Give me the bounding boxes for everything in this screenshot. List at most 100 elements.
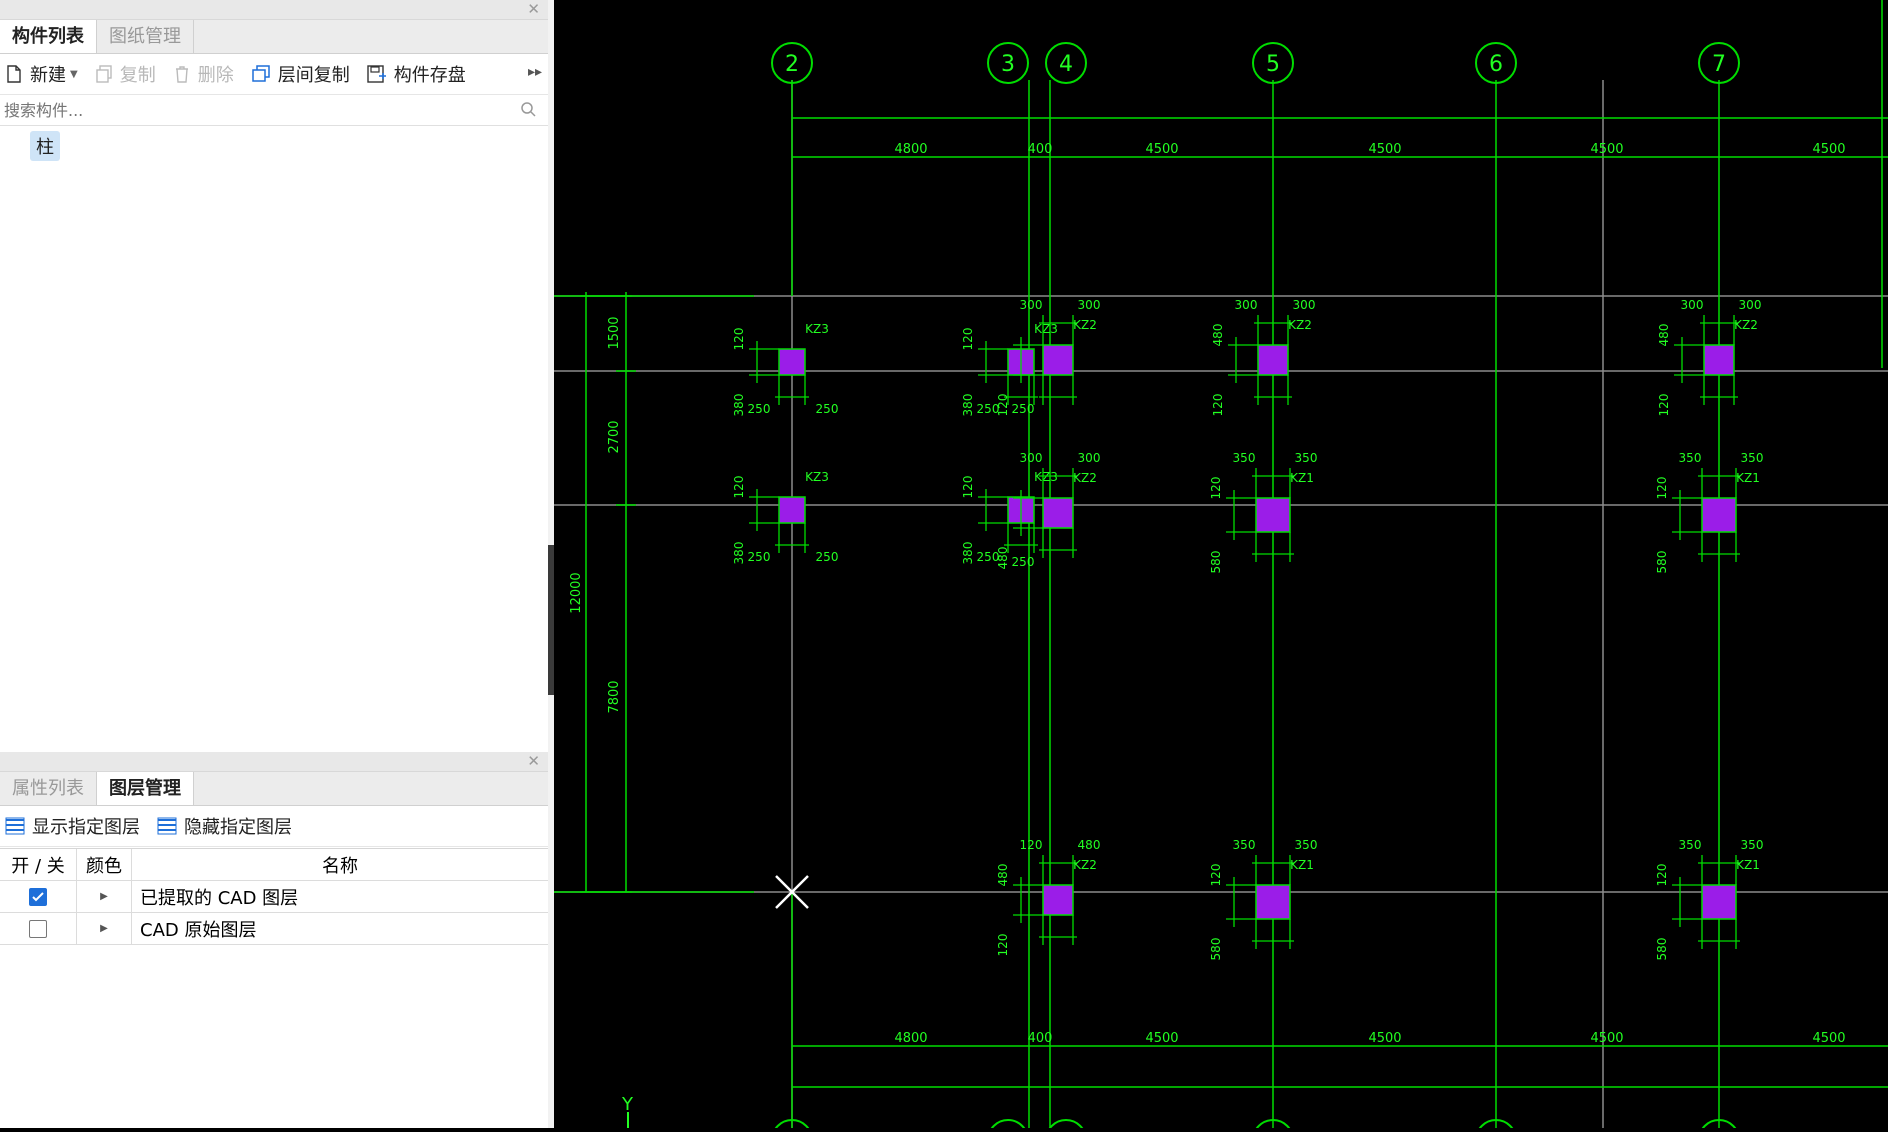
axis-bubble: 3 — [987, 42, 1029, 1132]
annotation-text: KZ3 — [805, 470, 829, 484]
new-button[interactable]: 新建 ▼ — [4, 61, 78, 87]
search-icon[interactable] — [520, 101, 536, 117]
column — [1255, 497, 1291, 533]
annotation-text: 350 — [1679, 838, 1702, 852]
annotation-text: 350 — [1233, 838, 1256, 852]
component-toolbar: 新建 ▼ 复制 删除 层间复制 构件存盘 ▸▸ — [0, 54, 548, 95]
tab-layer-management[interactable]: 图层管理 — [97, 772, 194, 805]
annotation-text: KZ2 — [1073, 318, 1097, 332]
column — [778, 348, 806, 376]
close-icon[interactable]: ✕ — [527, 0, 540, 19]
annotation-text: 580 — [1655, 938, 1669, 961]
cad-drawing[interactable]: 2 3 4 5 6 7 4800 400 4500 4500 4500 4500 4800 400 450… — [554, 0, 1888, 1132]
column — [1042, 497, 1074, 529]
annotation-text: KZ3 — [1034, 470, 1058, 484]
annotation-text: 480 — [1657, 324, 1671, 347]
tab-property-list[interactable]: 属性列表 — [0, 772, 97, 805]
annotation-text: 300 — [1235, 298, 1258, 312]
annotation-text: 250 — [1012, 402, 1035, 416]
column — [1257, 344, 1289, 376]
annotation-text: 120 — [1655, 864, 1669, 887]
annotation-text: 300 — [1020, 298, 1043, 312]
tab-component-list[interactable]: 构件列表 — [0, 20, 97, 53]
annotation-text: KZ1 — [1736, 471, 1760, 485]
header-toggle: 开 / 关 — [0, 849, 77, 880]
axis-label: 4 — [1059, 52, 1073, 77]
show-layer-label: 显示指定图层 — [32, 817, 140, 838]
annotation-text: KZ2 — [1734, 318, 1758, 332]
panel-titlebar: ✕ — [0, 0, 548, 20]
layer-tabs: 属性列表 图层管理 — [0, 772, 548, 806]
annotation-text: 120 — [996, 934, 1010, 957]
annotation-text: 120 — [1657, 394, 1671, 417]
column-annotation: 250 250 120 380 KZ3 — [732, 322, 838, 416]
axis-label: 2 — [785, 52, 799, 77]
annotation-text: KZ3 — [805, 322, 829, 336]
annotation-text: 350 — [1679, 451, 1702, 465]
dimension-text: 4500 — [1145, 142, 1178, 157]
chevron-down-icon[interactable]: ▼ — [70, 69, 78, 80]
annotation-text: 380 — [732, 394, 746, 417]
annotation-text: 480 — [1078, 838, 1101, 852]
annotation-text: 300 — [1078, 451, 1101, 465]
axis-bubble: 4 — [1045, 42, 1087, 1132]
expand-arrow-icon[interactable]: ▶ — [100, 923, 108, 934]
annotation-text: 120 — [1211, 394, 1225, 417]
hide-layer-button[interactable]: 隐藏指定图层 — [156, 813, 292, 839]
annotation-text: 580 — [1209, 551, 1223, 574]
show-layer-button[interactable]: 显示指定图层 — [4, 813, 140, 839]
more-icon[interactable]: ▸▸ — [528, 64, 542, 80]
annotation-text: 580 — [1209, 938, 1223, 961]
close-icon[interactable]: ✕ — [527, 752, 540, 771]
left-panel: ✕ 构件列表 图纸管理 新建 ▼ 复制 删除 层间复制 构件存盘 ▸▸ 搜索构件… — [0, 0, 549, 1128]
axis-circle-bottom — [988, 1119, 1028, 1132]
dimension-text: 400 — [1028, 142, 1053, 157]
dimension-text: 2700 — [607, 420, 622, 453]
component-panel: ✕ 构件列表 图纸管理 新建 ▼ 复制 删除 层间复制 构件存盘 ▸▸ 搜索构件… — [0, 0, 548, 750]
tab-drawing-management[interactable]: 图纸管理 — [97, 20, 194, 53]
dimension-text: 12000 — [569, 572, 584, 613]
annotation-text: 120 — [961, 476, 975, 499]
annotation-text: 300 — [1078, 298, 1101, 312]
save-icon — [367, 65, 386, 83]
cad-canvas[interactable]: 2 3 4 5 6 7 4800 400 4500 4500 4500 4500 4800 400 450… — [554, 0, 1888, 1132]
search-bar — [0, 95, 548, 126]
save-component-button[interactable]: 构件存盘 — [366, 61, 466, 87]
tree-item-column[interactable]: 柱 — [30, 131, 60, 161]
copy-label: 复制 — [119, 65, 156, 86]
expand-arrow-icon[interactable]: ▶ — [100, 891, 108, 902]
annotation-text: 300 — [1739, 298, 1762, 312]
table-row: ▶ CAD 原始图层 — [0, 913, 548, 945]
annotation-text: 120 — [961, 328, 975, 351]
search-input[interactable] — [0, 95, 506, 125]
layer-checkbox[interactable] — [29, 887, 47, 906]
delete-button[interactable]: 删除 — [172, 61, 234, 87]
dimension-text: 1500 — [607, 316, 622, 349]
dimension-text: 4500 — [1812, 1031, 1845, 1046]
layer-name: 已提取的 CAD 图层 — [140, 887, 299, 909]
layers-icon — [157, 817, 177, 835]
vertical-grid-lines — [791, 80, 1604, 1128]
dimension-text: 7800 — [607, 680, 622, 713]
delete-label: 删除 — [197, 65, 234, 86]
layer-checkbox[interactable] — [29, 919, 47, 938]
annotation-text: 350 — [1233, 451, 1256, 465]
annotation-text: 250 — [748, 402, 771, 416]
annotation-text: KZ2 — [1288, 318, 1312, 332]
header-color: 颜色 — [77, 849, 132, 880]
column-annotation: 250 250 120 380 KZ3 — [732, 470, 838, 564]
table-header: 开 / 关 颜色 名称 — [0, 849, 548, 881]
copy-button[interactable]: 复制 — [94, 61, 156, 87]
annotation-text: 480 — [996, 864, 1010, 887]
annotation-text: 380 — [961, 394, 975, 417]
panel-titlebar: ✕ — [0, 752, 548, 772]
dimension-text: 4500 — [1145, 1031, 1178, 1046]
annotation-text: 300 — [1020, 451, 1043, 465]
columns: 250 250120380KZ3 250 120 380 KZ3 250 120 KZ2 300 3… — [732, 298, 1763, 960]
annotation-text: 380 — [961, 542, 975, 565]
floor-copy-button[interactable]: 层间复制 — [250, 61, 350, 87]
copy-icon — [96, 65, 112, 83]
column-annotation: 480 120 KZ2 300 300 — [1211, 298, 1315, 416]
dimension-text: 4500 — [1590, 1031, 1623, 1046]
column — [1255, 884, 1291, 920]
